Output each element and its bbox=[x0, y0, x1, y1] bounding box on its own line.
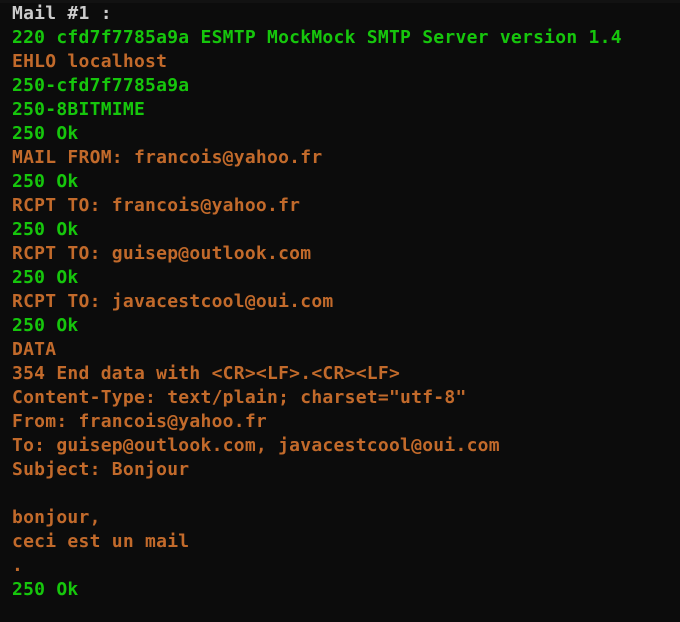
terminal-line: DATA bbox=[12, 339, 57, 360]
terminal-line: 250 Ok bbox=[12, 579, 79, 600]
terminal-line: 250 Ok bbox=[12, 123, 79, 144]
terminal-line: 250 Ok bbox=[12, 171, 79, 192]
terminal-window[interactable]: Mail #1 : 220 cfd7f7785a9a ESMTP MockMoc… bbox=[0, 0, 680, 622]
terminal-line: MAIL FROM: francois@yahoo.fr bbox=[12, 147, 323, 168]
terminal-line: RCPT TO: guisep@outlook.com bbox=[12, 243, 312, 264]
terminal-line: Content-Type: text/plain; charset="utf-8… bbox=[12, 387, 467, 408]
terminal-line: 250-8BITMIME bbox=[12, 99, 146, 120]
terminal-line: To: guisep@outlook.com, javacestcool@oui… bbox=[12, 435, 500, 456]
terminal-line: 354 End data with <CR><LF>.<CR><LF> bbox=[12, 363, 401, 384]
terminal-line: RCPT TO: javacestcool@oui.com bbox=[12, 291, 334, 312]
terminal-line: Mail #1 : bbox=[12, 3, 112, 24]
terminal-line: RCPT TO: francois@yahoo.fr bbox=[12, 195, 301, 216]
terminal-line: 250 Ok bbox=[12, 267, 79, 288]
terminal-output: Mail #1 : 220 cfd7f7785a9a ESMTP MockMoc… bbox=[12, 2, 622, 602]
terminal-line: 250 Ok bbox=[12, 219, 79, 240]
terminal-line: EHLO localhost bbox=[12, 51, 168, 72]
terminal-line: ceci est un mail bbox=[12, 531, 190, 552]
terminal-line: bonjour, bbox=[12, 507, 101, 528]
terminal-line: Subject: Bonjour bbox=[12, 459, 190, 480]
terminal-line: . bbox=[12, 555, 24, 576]
terminal-line: From: francois@yahoo.fr bbox=[12, 411, 267, 432]
terminal-line: 220 cfd7f7785a9a ESMTP MockMock SMTP Ser… bbox=[12, 27, 622, 48]
terminal-line: 250 Ok bbox=[12, 315, 79, 336]
terminal-line: 250-cfd7f7785a9a bbox=[12, 75, 190, 96]
